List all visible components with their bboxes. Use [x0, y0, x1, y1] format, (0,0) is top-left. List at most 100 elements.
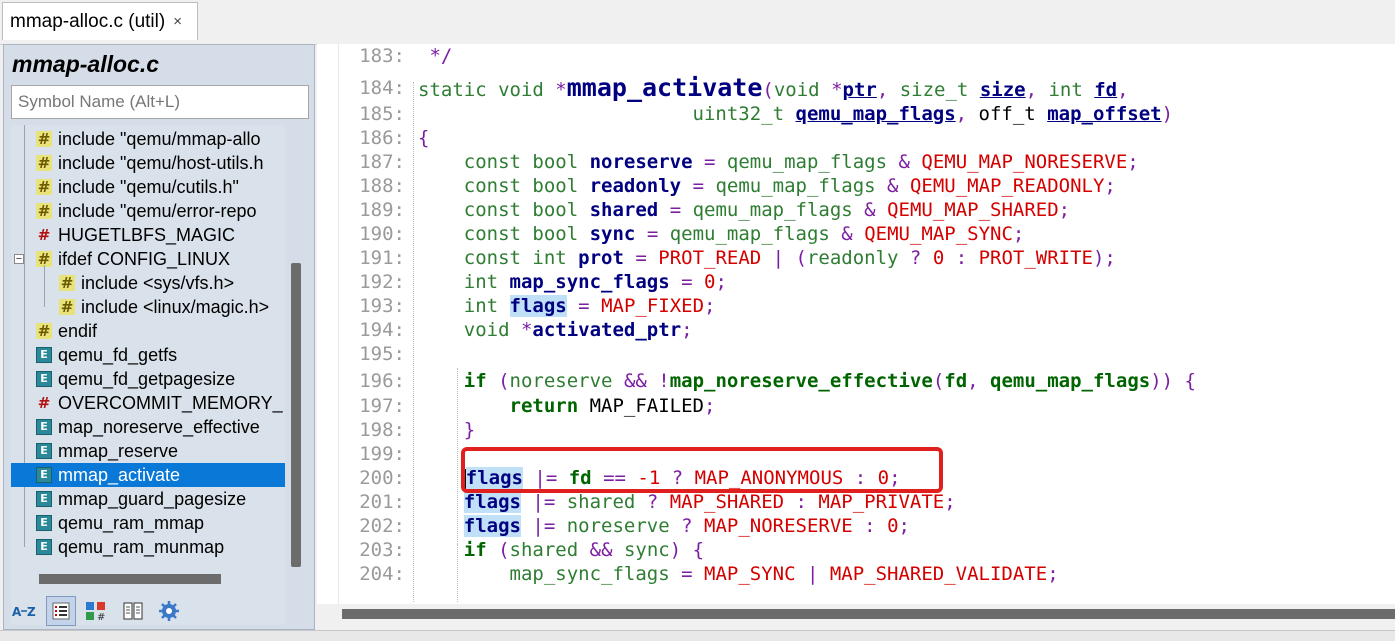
code-token: noreserve [589, 151, 693, 173]
tree-item-label: map_noreserve_effective [58, 416, 260, 437]
code-line: 187: const bool noreserve = qemu_map_fla… [317, 150, 1139, 174]
list-item[interactable]: Eqemu_ram_mmap [11, 511, 285, 535]
list-view-icon[interactable] [46, 596, 76, 626]
list-item[interactable]: Eqemu_fd_getfs [11, 343, 285, 367]
symbol-types-icon[interactable]: # [82, 596, 112, 626]
code-text: const bool sync = qemu_map_flags & QEMU_… [418, 222, 1025, 246]
close-icon[interactable]: × [173, 13, 182, 30]
list-item[interactable]: # include "qemu/host-utils.h [11, 151, 285, 175]
line-number: 190: [359, 223, 405, 245]
settings-icon[interactable] [154, 596, 184, 626]
code-editor[interactable]: 183: */184: static void *mmap_activate(vo… [317, 44, 1395, 604]
svg-text:A: A [12, 605, 22, 619]
hash-icon: # [59, 274, 75, 292]
list-item[interactable]: # include <linux/magic.h> [11, 295, 285, 319]
list-item[interactable]: # OVERCOMMIT_MEMORY_ [11, 391, 285, 415]
code-token: , [1117, 79, 1129, 101]
list-item[interactable]: Emmap_reserve [11, 439, 285, 463]
collapse-toggle-icon[interactable]: − [14, 254, 24, 265]
tab-bar: mmap-alloc.c (util) × [0, 0, 1395, 45]
list-item[interactable]: Eqemu_fd_getpagesize [11, 367, 285, 391]
code-token: ; [681, 319, 693, 341]
list-item[interactable]: # include "qemu/cutils.h" [11, 175, 285, 199]
code-token: qemu_map_flags [669, 223, 830, 245]
code-token: shared [509, 539, 579, 561]
code-line: 195: [317, 342, 405, 366]
code-line: 200: flags |= fd == -1 ? MAP_ANONYMOUS :… [317, 466, 901, 490]
code-token: size [979, 79, 1026, 101]
code-line: 199: [317, 442, 405, 466]
code-line: 193: int flags = MAP_FIXED; [317, 294, 715, 318]
list-item[interactable]: # ifdef CONFIG_LINUX [11, 247, 285, 271]
code-token: & [887, 151, 922, 173]
tree-item-label: HUGETLBFS_MAGIC [58, 224, 236, 245]
code-token: if [463, 539, 487, 561]
line-number: 193: [359, 295, 405, 317]
book-icon[interactable] [118, 596, 148, 626]
code-token: = [692, 151, 727, 173]
code-text: return MAP_FAILED; [418, 394, 716, 418]
code-token: ; [703, 395, 716, 417]
symbol-tree[interactable]: # include "qemu/mmap-allo # include "qemu/h… [11, 125, 285, 625]
hash-icon: # [36, 178, 52, 196]
code-token: shared [566, 491, 636, 513]
code-token: ); [1092, 247, 1116, 269]
code-token: flags [509, 295, 567, 317]
line-number: 192: [359, 271, 405, 293]
code-token: | [795, 563, 830, 585]
code-token: const bool [463, 151, 590, 173]
tree-vertical-scrollbar[interactable] [291, 263, 301, 567]
code-text: uint32_t qemu_map_flags, off_t map_offse… [418, 102, 1173, 126]
list-item[interactable]: # include <sys/vfs.h> [11, 271, 285, 295]
list-item[interactable]: # HUGETLBFS_MAGIC [11, 223, 285, 247]
tree-item-label: OVERCOMMIT_MEMORY_ [58, 392, 283, 413]
code-token: readonly [806, 247, 899, 269]
code-token: flags [463, 515, 521, 537]
code-token: const bool [463, 223, 590, 245]
tree-item-label: endif [58, 320, 98, 341]
editor-horizontal-scrollbar[interactable] [342, 609, 1395, 619]
code-line: 192: int map_sync_flags = 0; [317, 270, 727, 294]
function-icon: E [36, 419, 52, 435]
code-token: noreserve [566, 515, 670, 537]
code-token: * [555, 79, 567, 101]
code-token: int [463, 271, 510, 293]
code-line: 204: map_sync_flags = MAP_SYNC | MAP_SHA… [317, 562, 1058, 586]
code-line: 184: static void *mmap_activate(void *ptr… [317, 73, 1128, 103]
line-number: 198: [359, 419, 405, 441]
line-number: 194: [359, 319, 405, 341]
code-token: fd [944, 370, 968, 392]
symbol-search-input[interactable] [11, 85, 309, 119]
code-token: , [876, 79, 900, 101]
code-token: ? [635, 491, 670, 513]
code-token: 0 [887, 515, 899, 537]
code-text: if (shared && sync) { [418, 538, 704, 562]
list-item[interactable]: # include "qemu/mmap-allo [11, 127, 285, 151]
tab-mmap-alloc[interactable]: mmap-alloc.c (util) × [2, 2, 198, 40]
code-token: * [831, 79, 843, 101]
code-text: const int prot = PROT_READ | (readonly ?… [418, 246, 1116, 270]
tree-item-label: include <sys/vfs.h> [81, 272, 235, 293]
list-item[interactable]: Emap_noreserve_effective [11, 415, 285, 439]
code-token: fd [1094, 79, 1118, 101]
code-token: : [852, 515, 888, 537]
list-item[interactable]: Emmap_guard_pagesize [11, 487, 285, 511]
hash-icon: # [36, 202, 52, 220]
scope-guide [457, 544, 459, 602]
code-token: && [578, 539, 624, 561]
line-number: 191: [359, 247, 405, 269]
list-item[interactable]: # include "qemu/error-repo [11, 199, 285, 223]
sidebar-toolbar: AZ # [4, 593, 314, 629]
code-line: 191: const int prot = PROT_READ | (reado… [317, 246, 1116, 270]
code-token: = [669, 563, 704, 585]
list-item[interactable]: # endif [11, 319, 285, 343]
tree-item-label: include "qemu/error-repo [58, 200, 257, 221]
list-item[interactable]: Eqemu_ram_munmap [11, 535, 285, 559]
list-item[interactable]: Emmap_activate [11, 463, 285, 487]
tree-horizontal-scrollbar[interactable] [39, 574, 221, 584]
line-number: 187: [359, 151, 405, 173]
sort-az-icon[interactable]: AZ [10, 596, 40, 626]
